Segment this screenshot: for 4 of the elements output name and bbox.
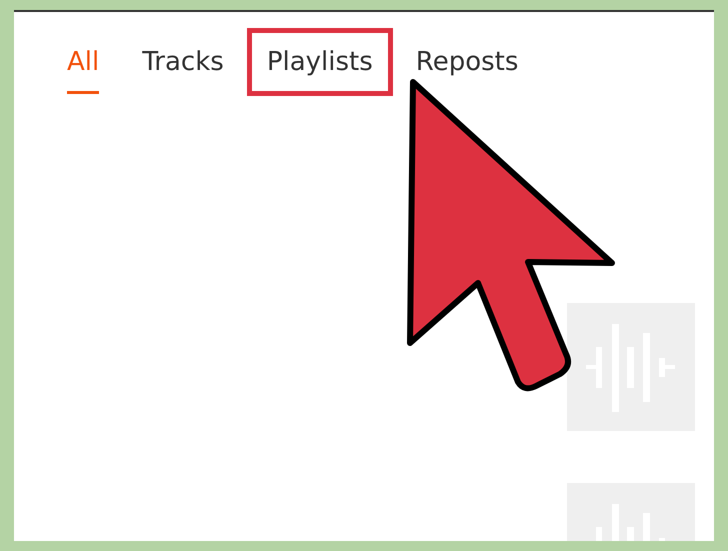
tab[interactable]: Tracks [122, 28, 244, 96]
tab[interactable]: Playlists [246, 28, 393, 96]
tab[interactable]: Reposts [396, 28, 538, 96]
tab[interactable]: All [47, 28, 120, 96]
